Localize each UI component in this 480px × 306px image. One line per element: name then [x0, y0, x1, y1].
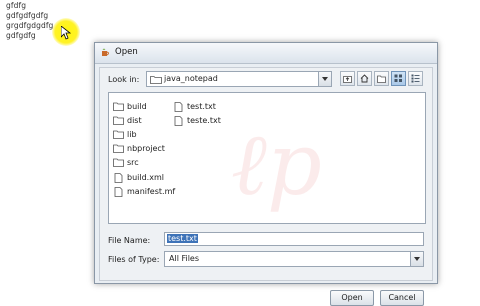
file-list[interactable]: ℓp build dist lib nbproject src build.xm… — [108, 92, 426, 224]
file-icon — [114, 173, 123, 183]
files-of-type-value: All Files — [169, 254, 200, 263]
files-of-type-combobox[interactable]: All Files — [164, 251, 424, 267]
dialog-content: Look in: java_notepad ℓp build dist lib … — [99, 67, 433, 306]
new-folder-icon — [377, 75, 386, 83]
list-item-label: nbproject — [127, 144, 165, 153]
open-button[interactable]: Open — [330, 290, 374, 306]
file-name-input[interactable]: test.txt — [164, 232, 424, 246]
open-file-dialog: Open Look in: java_notepad ℓp build dist… — [94, 42, 438, 306]
java-cup-icon — [102, 48, 109, 56]
chevron-down-icon[interactable] — [318, 72, 331, 86]
folder-icon — [113, 158, 124, 167]
folder-icon — [113, 116, 124, 125]
dialog-titlebar[interactable]: Open — [95, 43, 437, 64]
file-icon — [174, 116, 183, 126]
chevron-down-icon[interactable] — [410, 252, 423, 266]
folder-icon — [150, 76, 162, 84]
list-view-icon — [394, 74, 402, 82]
list-item-label: src — [127, 158, 139, 167]
look-in-value: java_notepad — [164, 74, 218, 83]
folder-icon — [113, 144, 124, 153]
editor-line: gfdfg — [6, 1, 27, 10]
look-in-label: Look in: — [108, 75, 140, 84]
editor-line: gdfgdfg — [6, 31, 36, 40]
look-in-combobox[interactable]: java_notepad — [146, 71, 332, 87]
up-one-level-icon — [343, 76, 352, 83]
watermark: ℓp — [231, 115, 322, 215]
new-folder-button[interactable] — [374, 71, 389, 86]
mouse-cursor-highlight — [52, 18, 82, 48]
home-button[interactable] — [357, 71, 372, 86]
files-of-type-label: Files of Type: — [108, 255, 160, 264]
file-icon — [114, 187, 123, 197]
home-icon — [360, 74, 369, 83]
mouse-pointer-icon — [61, 26, 71, 40]
file-icon — [174, 102, 183, 112]
cancel-button[interactable]: Cancel — [380, 290, 424, 306]
list-item-label: dist — [127, 116, 142, 125]
dialog-title: Open — [115, 47, 138, 57]
details-view-icon — [411, 74, 420, 83]
up-one-level-button[interactable] — [340, 71, 355, 86]
folder-icon — [113, 130, 124, 139]
file-name-value: test.txt — [167, 234, 198, 243]
list-item-label: manifest.mf — [127, 187, 176, 196]
list-item-label: test.txt — [187, 102, 216, 111]
list-item-label: lib — [127, 130, 137, 139]
list-item-label: build.xml — [127, 173, 164, 182]
editor-line: grgdfgdgdfg — [6, 21, 54, 30]
file-name-label: File Name: — [108, 236, 151, 245]
list-view-button[interactable] — [391, 71, 406, 86]
folder-icon — [113, 102, 124, 111]
details-view-button[interactable] — [408, 71, 423, 86]
list-item-label: build — [127, 102, 147, 111]
editor-line: gdfgdfgdfg — [6, 11, 49, 20]
list-item-label: teste.txt — [187, 116, 221, 125]
